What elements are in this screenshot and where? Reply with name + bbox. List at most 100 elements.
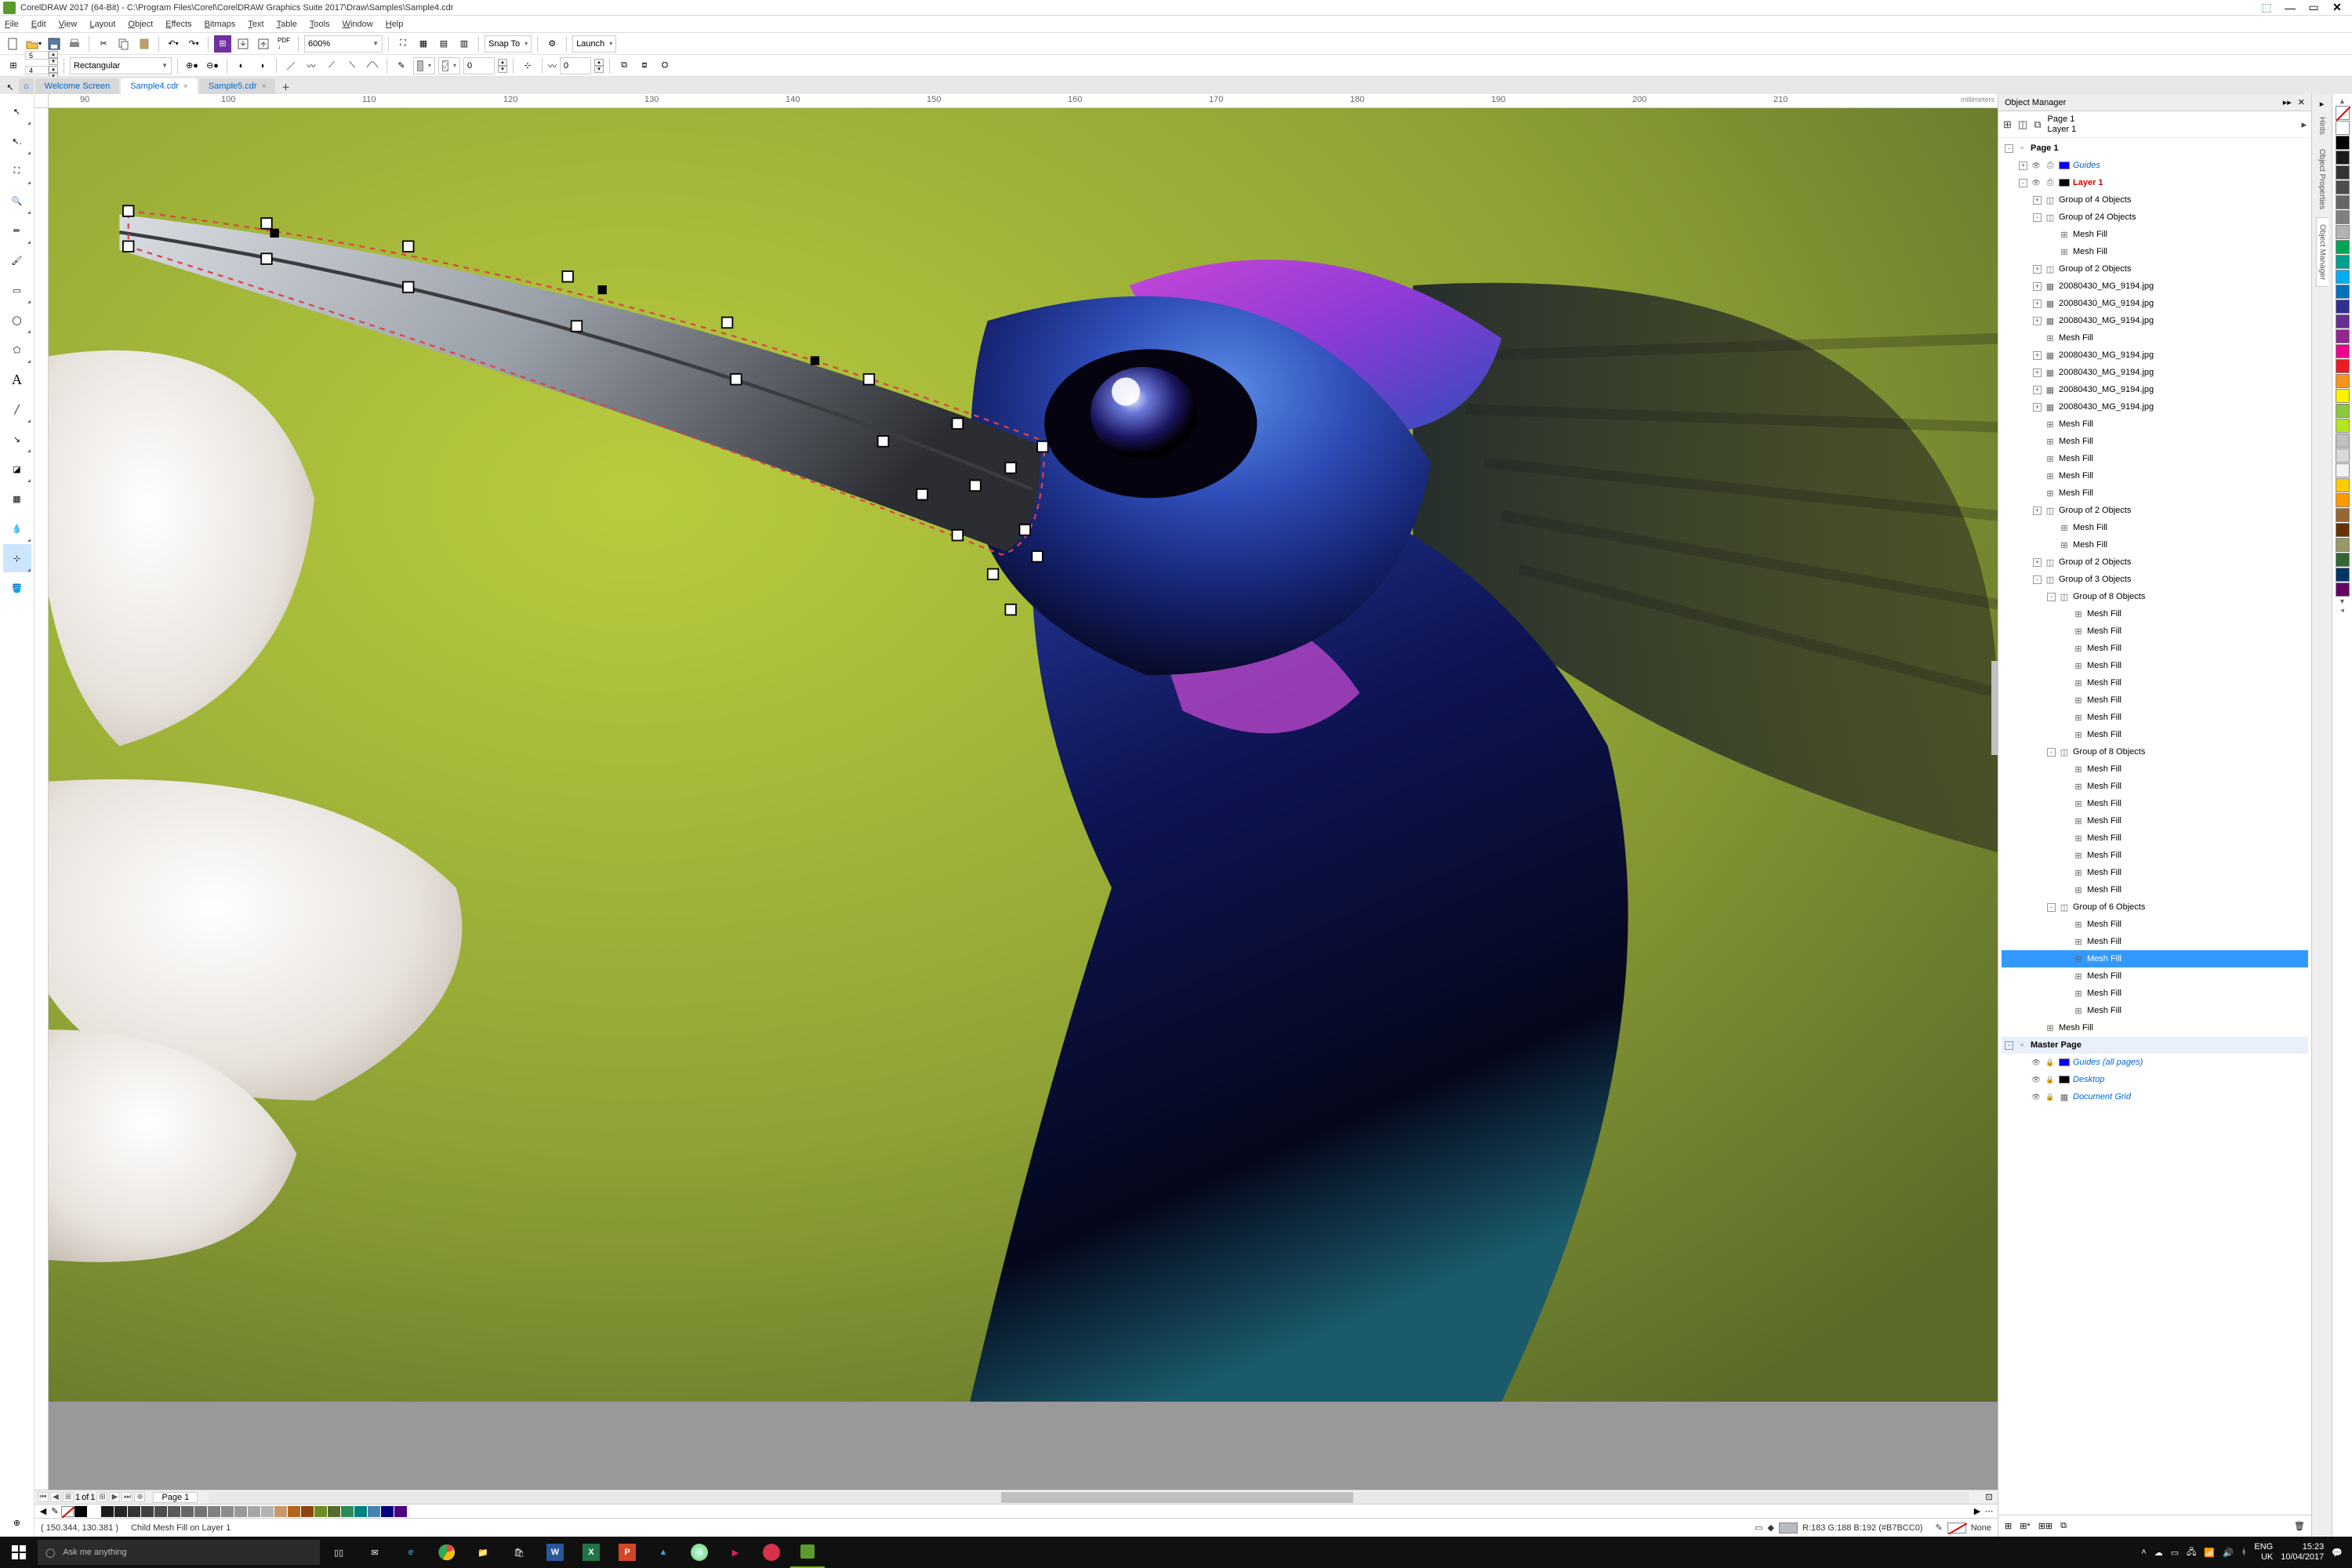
start-button[interactable] (3, 1537, 34, 1568)
tree-row[interactable]: -▫Page 1 (2002, 140, 2308, 157)
grid-cols-input[interactable] (25, 51, 49, 60)
grid-cols-spinner[interactable]: ▴▾ (49, 51, 58, 65)
interactive-fill-tool[interactable]: ⊹ (3, 544, 31, 572)
color-swatch[interactable] (2336, 329, 2350, 343)
taskbar-app3[interactable] (754, 1537, 789, 1568)
doc-color-swatch[interactable] (381, 1506, 394, 1517)
color-swatch[interactable] (2336, 285, 2350, 299)
mesh-fill-icon[interactable]: ⊞ (2045, 1023, 2056, 1033)
no-fill-swatch[interactable] (2336, 106, 2350, 120)
expand-toggle[interactable]: + (2033, 558, 2042, 567)
docker-expand-icon[interactable]: ▸ (2320, 99, 2325, 109)
menu-bitmaps[interactable]: Bitmaps (205, 20, 236, 29)
drop-shadow-tool[interactable]: ◪ (3, 455, 31, 483)
crop-tool[interactable]: ⛶ (3, 157, 31, 185)
doc-color-swatch[interactable] (88, 1506, 100, 1517)
tree-row[interactable]: ⊞Mesh Fill (2002, 519, 2308, 536)
doc-color-swatch[interactable] (74, 1506, 87, 1517)
page-next[interactable]: ▶ (109, 1492, 120, 1502)
image-icon[interactable]: ▦ (2045, 350, 2056, 361)
freehand-tool[interactable]: ✏ (3, 216, 31, 245)
expand-toggle[interactable]: + (2033, 368, 2042, 377)
tree-row[interactable]: +▦20080430_MG_9194.jpg (2002, 364, 2308, 381)
group-icon[interactable]: ◫ (2045, 212, 2056, 223)
color-swatch[interactable] (2336, 151, 2350, 165)
doc-color-swatch[interactable] (194, 1506, 207, 1517)
visibility-icon[interactable]: 👁 (2031, 179, 2042, 187)
tree-row[interactable]: ⊞Mesh Fill (2002, 416, 2308, 433)
close-button[interactable]: ✕ (2325, 1, 2349, 14)
tree-row[interactable]: +▦20080430_MG_9194.jpg (2002, 312, 2308, 329)
om-show-props[interactable]: ⊞ (2003, 118, 2012, 131)
mesh-fill-icon[interactable]: ⊞ (2073, 989, 2084, 999)
doc-color-swatch[interactable] (248, 1506, 260, 1517)
tray-battery-icon[interactable]: ▭ (2171, 1548, 2179, 1558)
mesh-fill-icon[interactable]: ⊞ (2045, 419, 2056, 430)
doc-color-swatch[interactable] (368, 1506, 380, 1517)
tab-home[interactable]: ⌂ (19, 78, 34, 94)
artistic-media-tool[interactable]: 🖌 (3, 246, 31, 274)
options2-button[interactable]: ⛭ (656, 57, 673, 74)
tree-row[interactable]: -👁⎙Layer 1 (2002, 174, 2308, 191)
delete-node-button[interactable]: ⊖● (204, 57, 221, 74)
taskbar-edge[interactable]: e (394, 1537, 428, 1568)
tray-up-icon[interactable]: ˄ (2141, 1548, 2146, 1557)
doc-color-swatch[interactable] (181, 1506, 194, 1517)
doc-color-swatch[interactable] (394, 1506, 407, 1517)
cortana-search[interactable]: ◯Ask me anything (38, 1540, 320, 1565)
dock-tab-object-manager[interactable]: Object Manager (2316, 217, 2328, 287)
mesh-fill-icon[interactable]: ⊞ (2073, 782, 2084, 792)
tray-bluetooth-icon[interactable]: ᚼ (2241, 1548, 2247, 1557)
expand-toggle[interactable]: + (2033, 282, 2042, 291)
selection-mode-dropdown[interactable]: Rectangular▼ (70, 57, 172, 74)
mesh-fill-icon[interactable]: ⊞ (2073, 799, 2084, 809)
om-new-master-layer[interactable]: ⊞* (2020, 1521, 2031, 1531)
tree-row[interactable]: ⊞Mesh Fill (2002, 829, 2308, 847)
object-tree[interactable]: -▫Page 1+👁⎙Guides-👁⎙Layer 1+◫Group of 4 … (1998, 138, 2311, 1515)
tree-row[interactable]: +▦20080430_MG_9194.jpg (2002, 278, 2308, 295)
minimize-button[interactable]: — (2278, 2, 2302, 14)
color-swatch[interactable] (2336, 493, 2350, 507)
color-swatch[interactable] (2336, 434, 2350, 448)
tree-row[interactable]: +◫Group of 2 Objects (2002, 260, 2308, 278)
color-swatch[interactable] (2336, 270, 2350, 284)
tree-row[interactable]: ⊞Mesh Fill (2002, 760, 2308, 778)
smart-fill-tool[interactable]: 🪣 (3, 574, 31, 602)
expand-toggle[interactable]: + (2033, 196, 2042, 205)
printable-icon[interactable]: ⎙ (2045, 178, 2056, 188)
color-swatch[interactable] (2336, 314, 2350, 328)
color-swatch[interactable] (2336, 359, 2350, 373)
help-icon[interactable]: ⬚ (2255, 1, 2278, 14)
mesh-fill-icon[interactable]: ⊞ (2059, 230, 2070, 240)
tree-row[interactable]: ⊞Mesh Fill (2002, 243, 2308, 260)
menu-edit[interactable]: Edit (31, 20, 46, 29)
copy-button[interactable] (115, 35, 132, 53)
color-swatch[interactable] (2336, 463, 2350, 477)
tree-row[interactable]: ⊞Mesh Fill (2002, 536, 2308, 554)
clear-mesh-button[interactable]: ⧈ (636, 57, 653, 74)
curve-line-button[interactable]: ／ (282, 57, 299, 74)
show-grid-button[interactable]: ▤ (435, 35, 452, 53)
undo-button[interactable]: ↶▾ (165, 35, 182, 53)
tree-row[interactable]: ⊞Mesh Fill (2002, 812, 2308, 829)
ruler-origin[interactable] (34, 94, 49, 107)
menu-view[interactable]: View (59, 20, 78, 29)
transparency-tool[interactable]: ▦ (3, 485, 31, 513)
color-swatch[interactable] (2336, 121, 2350, 135)
options-button[interactable]: ⚙ (543, 35, 561, 53)
eyedropper-tool[interactable]: 💧 (3, 514, 31, 543)
mesh-fill-icon[interactable]: ⊞ (2045, 471, 2056, 481)
image-icon[interactable]: ▦ (2045, 299, 2056, 309)
tree-row[interactable]: -▫Master Page (2002, 1036, 2308, 1054)
page-first[interactable]: ⏮ (38, 1492, 49, 1502)
tree-row[interactable]: ⊞Mesh Fill (2002, 847, 2308, 864)
tree-row[interactable]: ⊞Mesh Fill (2002, 778, 2308, 795)
menu-table[interactable]: Table (277, 20, 297, 29)
connector-tool[interactable]: ↘ (3, 425, 31, 453)
tree-row[interactable]: ⊞Mesh Fill (2002, 950, 2308, 967)
tray-notifications-icon[interactable]: 💬 (2332, 1548, 2343, 1558)
color-swatch[interactable] (2336, 225, 2350, 239)
om-flyout[interactable]: ▸ (2301, 118, 2307, 131)
tray-onedrive-icon[interactable]: ☁ (2154, 1548, 2163, 1558)
tree-row[interactable]: 👁🔒Desktop (2002, 1071, 2308, 1088)
